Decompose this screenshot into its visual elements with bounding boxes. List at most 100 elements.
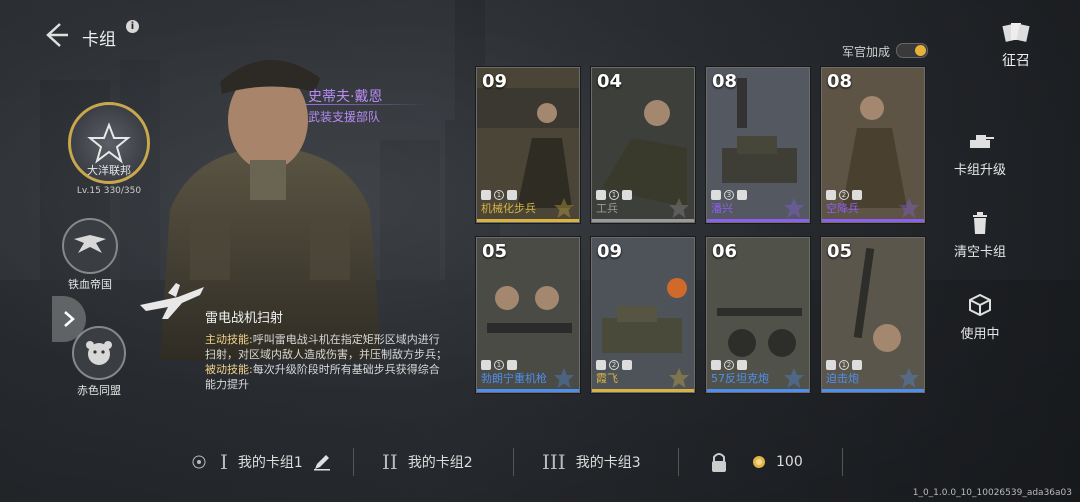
toggle-knob [915, 45, 926, 56]
back-button[interactable] [40, 20, 70, 50]
faction-star-icon [899, 368, 919, 388]
unit-card[interactable]: 09 2 霞飞 [591, 237, 695, 393]
flag-icon [852, 190, 862, 200]
info-icon[interactable]: i [126, 20, 139, 33]
general-unit: 武装支援部队 [308, 110, 381, 124]
card-count: 3 [724, 190, 734, 200]
deck-tab-label: 我的卡组2 [407, 455, 473, 471]
faction-star-icon [899, 198, 919, 218]
unit-type-icon [826, 360, 836, 370]
flag-icon [852, 360, 862, 370]
box-icon [969, 293, 991, 317]
unit-card[interactable]: 05 1 勃朗宁重机枪 [476, 237, 580, 393]
edit-pencil-icon[interactable] [313, 453, 331, 471]
skill-title: 雷电战机扫射 [205, 311, 284, 326]
fighter-plane-icon [140, 283, 204, 319]
card-count: 1 [609, 190, 619, 200]
card-meta: 2 [596, 360, 632, 370]
faction-level: Lv.15 330/350 [68, 186, 150, 196]
deck-upgrade-button[interactable]: 卡组升级 [940, 132, 1020, 178]
faction-star-icon [669, 198, 689, 218]
general-name: 史蒂夫·戴恩 [308, 89, 383, 105]
unit-type-icon [826, 190, 836, 200]
faction-oceanic-federation[interactable]: 大洋联邦 Lv.15 330/350 [68, 102, 150, 196]
faction-exp-value: 330/350 [103, 186, 142, 196]
unit-card[interactable]: 08 3 潘兴 [706, 67, 810, 223]
card-cost: 05 [482, 241, 508, 262]
tab-divider [842, 448, 843, 476]
card-count: 2 [839, 190, 849, 200]
faction-name: 赤色同盟 [77, 384, 121, 397]
lock-icon [712, 453, 726, 472]
deck-tab-bar: I 我的卡组1 II 我的卡组2 III 我的卡组3 100 [170, 442, 870, 482]
card-count: 1 [494, 190, 504, 200]
recruit-button[interactable]: 征召 [996, 20, 1036, 70]
in-use-button[interactable]: 使用中 [940, 293, 1020, 342]
tab-divider [513, 448, 514, 476]
card-cost: 08 [712, 71, 738, 92]
compass-icon [192, 455, 206, 469]
unit-type-icon [711, 360, 721, 370]
faction-iron-empire[interactable]: 铁血帝国 [62, 218, 118, 292]
card-cost: 06 [712, 241, 738, 262]
faction-star-icon [669, 368, 689, 388]
unit-type-icon [481, 190, 491, 200]
card-meta: 2 [826, 190, 862, 200]
flag-icon [737, 190, 747, 200]
faction-emblem [62, 218, 118, 274]
unit-card[interactable]: 08 2 空降兵 [821, 67, 925, 223]
card-meta: 1 [481, 360, 517, 370]
card-cost: 04 [597, 71, 623, 92]
cards-icon [1002, 23, 1030, 42]
tab-divider [353, 448, 354, 476]
faction-red-alliance[interactable]: 赤色同盟 [72, 326, 126, 398]
unit-type-icon [711, 190, 721, 200]
faction-level-value: Lv.15 [76, 186, 101, 196]
flag-icon [507, 360, 517, 370]
rarity-bar [707, 219, 809, 222]
skill-description: 主动技能:呼叫雷电战斗机在指定矩形区域内进行扫射，对区域内敌人造成伤害，并压制敌… [205, 332, 450, 392]
deck-tab-1[interactable]: I 我的卡组1 [220, 442, 331, 482]
bear-emblem-icon [86, 341, 112, 365]
deck-roman-numeral: III [542, 450, 566, 474]
card-count: 1 [494, 360, 504, 370]
card-meta: 2 [711, 360, 747, 370]
gold-coin-icon [753, 456, 765, 468]
unit-card[interactable]: 05 1 迫击炮 [821, 237, 925, 393]
unit-card[interactable]: 09 1 机械化步兵 [476, 67, 580, 223]
passive-skill-label: 被动技能: [205, 363, 253, 376]
rarity-bar [707, 389, 809, 392]
rarity-bar [477, 389, 579, 392]
card-name: 机械化步兵 [481, 202, 536, 215]
flag-icon [507, 190, 517, 200]
card-name: 迫击炮 [826, 372, 859, 385]
version-string: 1_0_1.0.0_10_10026539_ada36a03 [912, 488, 1072, 498]
recruit-label: 征召 [1002, 53, 1030, 69]
card-count: 2 [724, 360, 734, 370]
faction-star-icon [554, 198, 574, 218]
card-name: 57反坦克炮 [711, 372, 769, 385]
card-meta: 3 [711, 190, 747, 200]
card-name: 霞飞 [596, 372, 618, 385]
card-meta: 1 [596, 190, 632, 200]
unit-type-icon [596, 360, 606, 370]
deck-roman-numeral: I [220, 450, 228, 474]
flag-icon [737, 360, 747, 370]
locked-deck-tab[interactable]: 100 [710, 442, 803, 482]
deck-roman-numeral: II [382, 450, 398, 474]
deck-tab-3[interactable]: III 我的卡组3 [542, 442, 641, 482]
deck-tab-2[interactable]: II 我的卡组2 [382, 442, 473, 482]
star-emblem-icon [87, 122, 131, 164]
card-count: 2 [609, 360, 619, 370]
rarity-bar [822, 389, 924, 392]
rarity-bar [592, 389, 694, 392]
unit-card[interactable]: 06 2 57反坦克炮 [706, 237, 810, 393]
tab-divider [678, 448, 679, 476]
card-count: 1 [839, 360, 849, 370]
card-cost: 08 [827, 71, 853, 92]
officer-bonus-toggle[interactable] [896, 43, 928, 58]
faction-name: 铁血帝国 [68, 278, 112, 291]
unit-card[interactable]: 04 1 工兵 [591, 67, 695, 223]
clear-deck-button[interactable]: 清空卡组 [940, 212, 1020, 260]
card-name: 潘兴 [711, 202, 733, 215]
